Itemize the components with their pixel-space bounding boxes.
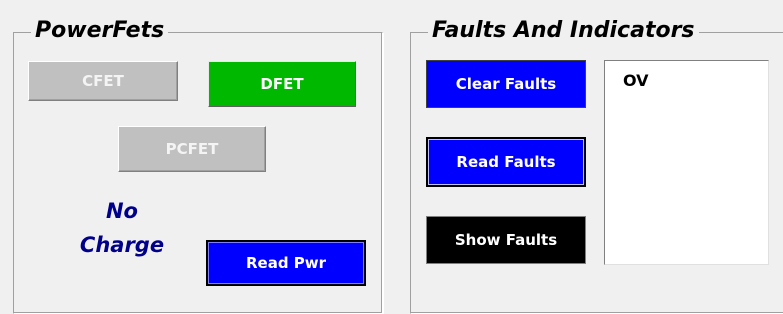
show-faults-button[interactable]: Show Faults bbox=[426, 216, 586, 264]
pcfet-button[interactable]: PCFET bbox=[118, 126, 266, 172]
read-pwr-button[interactable]: Read Pwr bbox=[206, 240, 366, 286]
charge-status-line1: No bbox=[105, 199, 138, 223]
fault-list-item[interactable]: OV bbox=[623, 71, 768, 91]
read-faults-button[interactable]: Read Faults bbox=[426, 137, 586, 187]
powerfets-group-title: PowerFets bbox=[31, 18, 169, 44]
faults-group-title: Faults And Indicators bbox=[428, 18, 699, 44]
cfet-button[interactable]: CFET bbox=[28, 61, 178, 101]
clear-faults-button[interactable]: Clear Faults bbox=[426, 60, 586, 108]
charge-status-text: No Charge bbox=[62, 194, 182, 262]
fault-list[interactable]: OV bbox=[604, 60, 769, 265]
dfet-button[interactable]: DFET bbox=[208, 61, 356, 107]
charge-status-line2: Charge bbox=[79, 233, 165, 257]
